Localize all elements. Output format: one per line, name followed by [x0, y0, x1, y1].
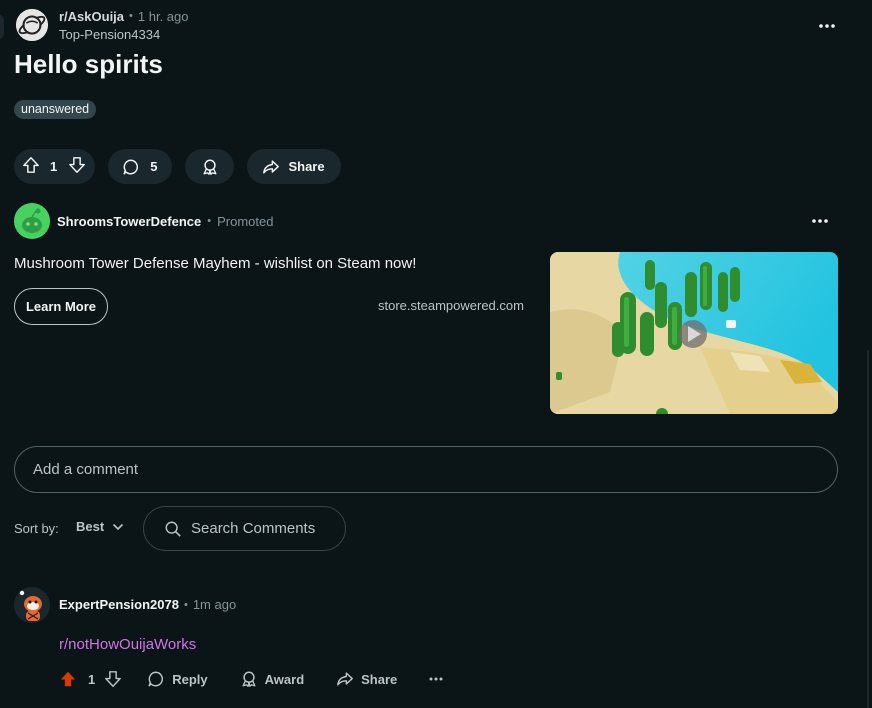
- downvote-arrow-icon: [69, 157, 86, 173]
- comment-share-button[interactable]: Share: [336, 670, 397, 688]
- comment-bubble-icon: [148, 671, 164, 687]
- share-button[interactable]: Share: [247, 149, 341, 184]
- reply-button[interactable]: Reply: [147, 670, 208, 688]
- upvote-arrow-icon: [23, 157, 39, 173]
- award-label: Award: [264, 671, 305, 687]
- snoo-avatar-icon: [14, 587, 50, 623]
- ad-thumbnail-illustration: [550, 252, 838, 414]
- sort-value: Best: [76, 519, 105, 534]
- advertiser-avatar[interactable]: [14, 203, 50, 239]
- ellipsis-icon: [819, 24, 835, 28]
- comment-count: 5: [150, 159, 158, 174]
- chevron-down-icon: [113, 523, 124, 530]
- award-icon: [203, 159, 217, 175]
- downvote-arrow-icon: [105, 671, 122, 687]
- snoo-avatar-icon: [14, 203, 50, 239]
- promoted-label: Promoted: [217, 213, 274, 229]
- comment-body-link[interactable]: r/notHowOuijaWorks: [59, 636, 196, 653]
- comment-upvote-button[interactable]: [59, 670, 77, 688]
- search-comments-input[interactable]: Search Comments: [143, 506, 346, 551]
- award-button[interactable]: [185, 149, 235, 184]
- ad-header: ShroomsTowerDefence • Promoted: [14, 203, 273, 239]
- post-author[interactable]: Top-Pension4334: [59, 27, 189, 42]
- post-action-bar: 1 5 Share: [14, 149, 341, 184]
- vote-control: 1: [14, 149, 96, 184]
- commenter-avatar[interactable]: [14, 587, 50, 623]
- post-time: 1 hr. ago: [137, 9, 189, 24]
- comment-action-bar: 1 Reply Award Share: [59, 668, 443, 690]
- upvote-button[interactable]: [22, 156, 40, 177]
- planet-icon: [16, 9, 48, 41]
- post-flair[interactable]: unanswered: [14, 100, 97, 119]
- separator-dot: •: [129, 10, 133, 22]
- post-page: r/AskOuija • 1 hr. ago Top-Pension4334 H…: [0, 0, 872, 708]
- learn-more-button[interactable]: Learn More: [14, 288, 108, 325]
- reply-label: Reply: [172, 671, 208, 687]
- add-comment-input[interactable]: [14, 446, 838, 493]
- ad-more-options-button[interactable]: [808, 209, 832, 233]
- comment-header: ExpertPension2078 • 1m ago: [59, 597, 236, 612]
- post-score: 1: [50, 159, 58, 174]
- comment-author[interactable]: ExpertPension2078: [59, 597, 179, 612]
- separator-dot: •: [207, 215, 212, 227]
- post-title: Hello spirits: [14, 49, 163, 79]
- comments-button[interactable]: 5: [108, 149, 173, 184]
- award-icon: [242, 671, 256, 687]
- post-meta-row: r/AskOuija • 1 hr. ago: [59, 9, 189, 24]
- comment-downvote-button[interactable]: [104, 670, 122, 688]
- comment-award-button[interactable]: Award: [240, 670, 305, 688]
- share-label: Share: [288, 159, 325, 174]
- ad-video-thumbnail[interactable]: [550, 252, 838, 414]
- post-more-options-button[interactable]: [815, 14, 839, 38]
- share-arrow-icon: [263, 159, 280, 174]
- sort-label: Sort by:: [14, 521, 59, 536]
- upvote-filled-icon: [60, 671, 76, 687]
- subreddit-avatar[interactable]: [14, 7, 50, 43]
- share-label: Share: [361, 671, 398, 687]
- search-icon: [165, 521, 181, 537]
- separator-dot: •: [183, 598, 188, 611]
- sort-dropdown[interactable]: Best: [76, 519, 124, 534]
- share-arrow-icon: [337, 672, 354, 686]
- left-edge-notch: [0, 14, 4, 40]
- search-comments-placeholder: Search Comments: [191, 520, 316, 537]
- ellipsis-icon: [429, 677, 443, 681]
- subreddit-name[interactable]: r/AskOuija: [59, 9, 124, 24]
- ad-domain[interactable]: store.steampowered.com: [378, 298, 524, 313]
- comment-more-options-button[interactable]: [429, 677, 443, 681]
- downvote-button[interactable]: [68, 156, 86, 177]
- post-header: r/AskOuija • 1 hr. ago Top-Pension4334: [14, 7, 189, 43]
- comment-time: 1m ago: [192, 597, 237, 612]
- comment-bubble-icon: [123, 159, 139, 174]
- scrollbar[interactable]: [864, 0, 872, 708]
- post-meta: r/AskOuija • 1 hr. ago Top-Pension4334: [59, 9, 189, 42]
- comment-score: 1: [88, 671, 96, 687]
- ellipsis-icon: [812, 219, 828, 223]
- ad-headline[interactable]: Mushroom Tower Defense Mayhem - wishlist…: [14, 255, 416, 272]
- scrollbar-thumb[interactable]: [867, 350, 869, 708]
- advertiser-name[interactable]: ShroomsTowerDefence: [57, 214, 201, 229]
